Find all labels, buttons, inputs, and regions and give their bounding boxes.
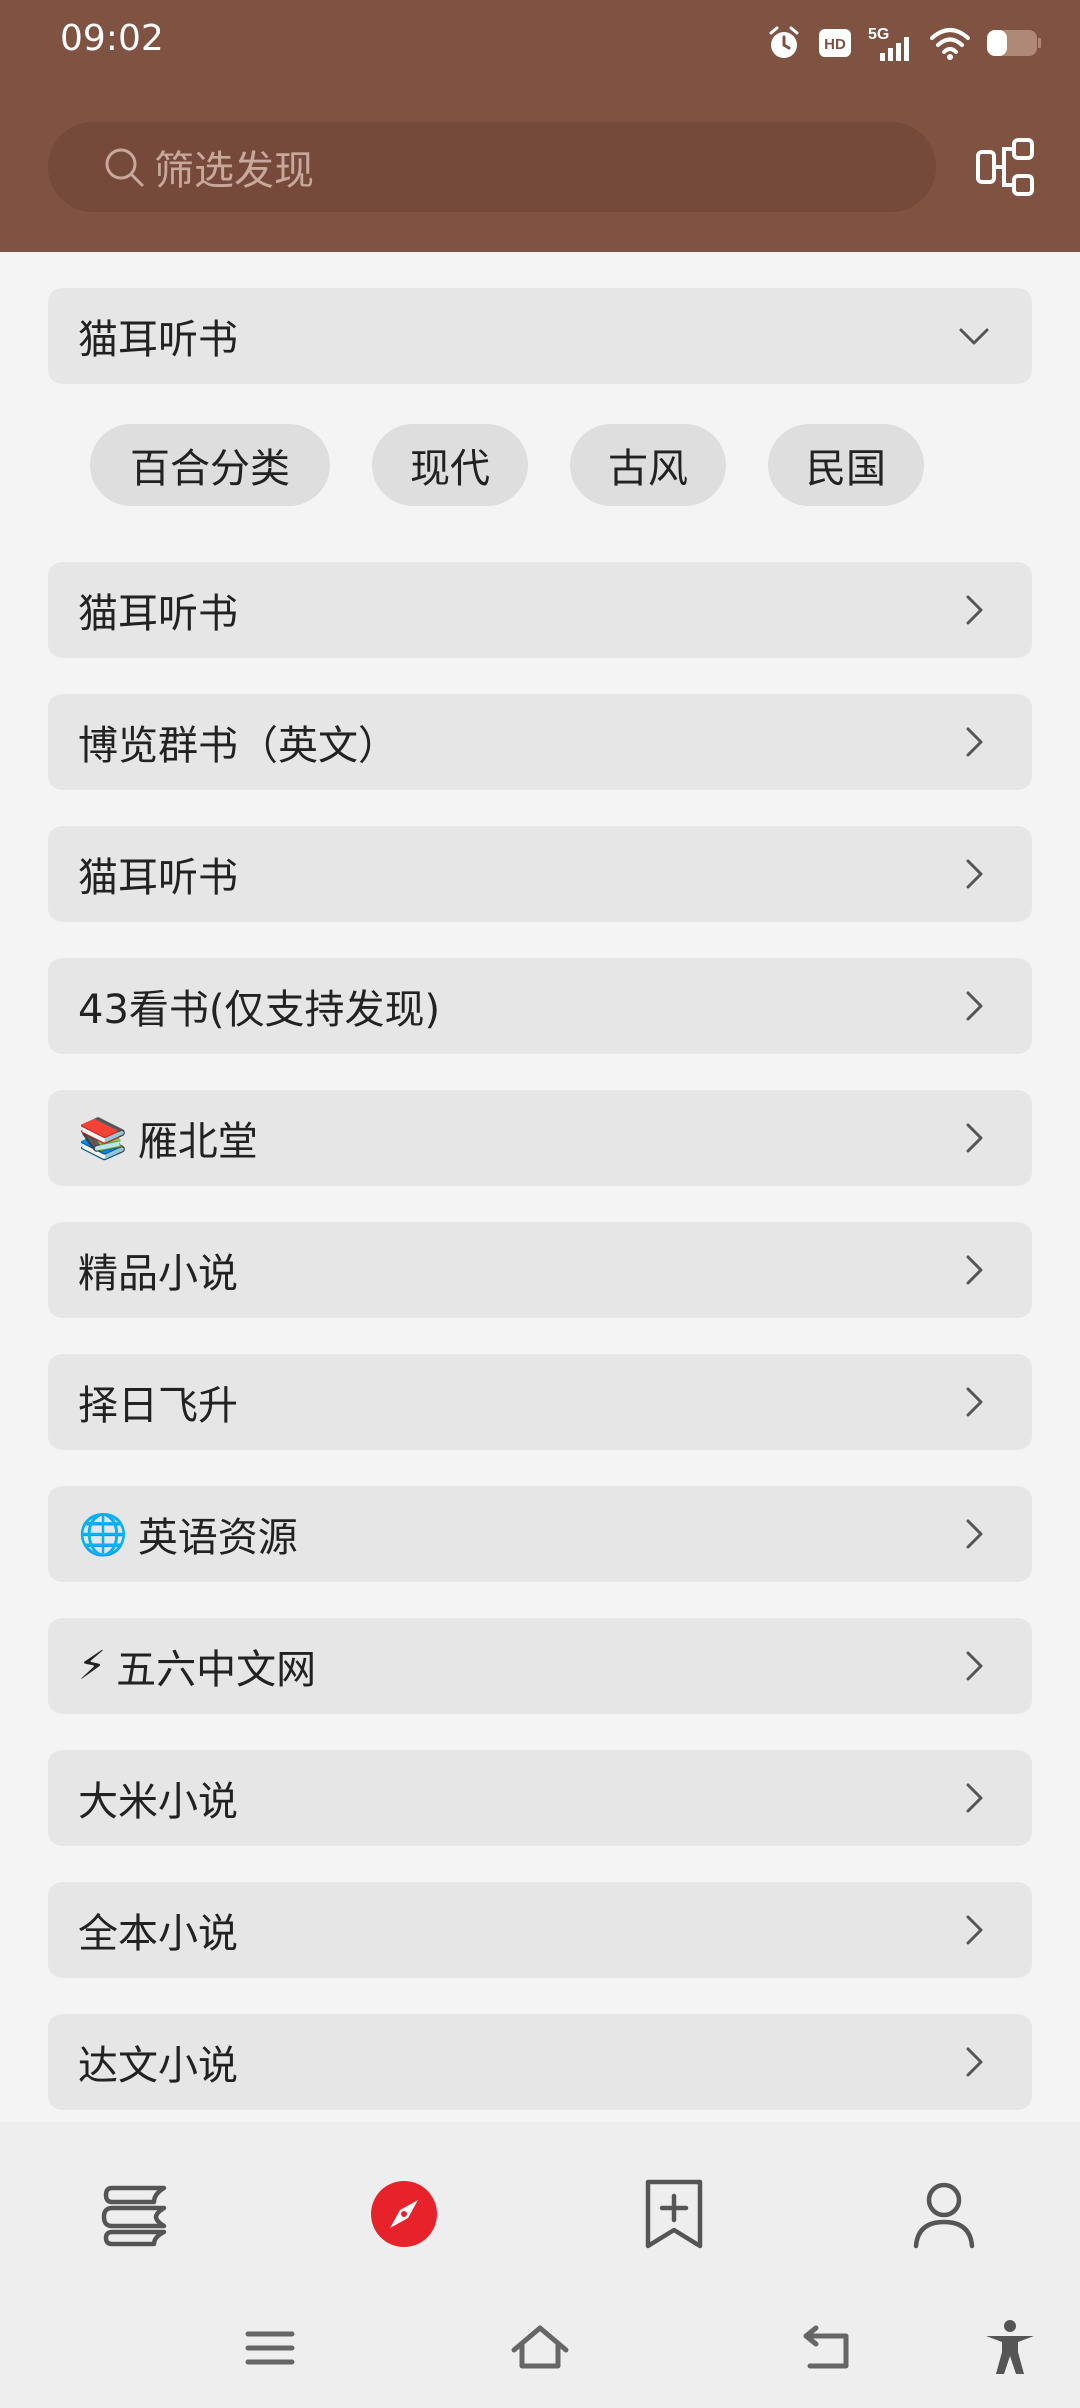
chip-2[interactable]: 古风	[570, 424, 726, 506]
list-item-label: 猫耳听书	[78, 581, 238, 639]
list-item[interactable]: 博览群书（英文）	[48, 694, 1032, 790]
chevron-right-icon	[966, 859, 983, 889]
search-placeholder: 筛选发现	[154, 148, 314, 194]
list-item-label: 猫耳听书	[78, 845, 238, 903]
chevron-right-icon	[966, 991, 983, 1021]
group-label: 猫耳听书	[78, 317, 238, 363]
search-input[interactable]: 筛选发现	[48, 122, 936, 212]
menu-icon[interactable]	[240, 2318, 300, 2378]
list-item[interactable]: 择日飞升	[48, 1354, 1032, 1450]
list-item-text: 43看书(仅支持发现)	[78, 987, 441, 1033]
list-item-label: 择日飞升	[78, 1373, 238, 1431]
chevron-right-icon	[966, 1915, 983, 1945]
list-item-label: 43看书(仅支持发现)	[78, 977, 440, 1035]
list-item-text: 达文小说	[78, 2043, 238, 2089]
hd-text: HD	[824, 36, 846, 53]
list-item-text: 英语资源	[137, 1515, 298, 1561]
list-item-label: 全本小说	[78, 1901, 238, 1959]
list-item-text: 精品小说	[78, 1251, 238, 1297]
list-item-label: ⚡ 五六中文网	[78, 1637, 316, 1695]
list-item[interactable]: 🌐 英语资源	[48, 1486, 1032, 1582]
list-item-text: 择日飞升	[78, 1383, 238, 1429]
list-item-label: 博览群书（英文）	[78, 713, 398, 771]
group-header[interactable]: 猫耳听书	[48, 288, 1032, 384]
chevron-right-icon	[966, 1783, 983, 1813]
bottom-nav	[0, 2122, 1080, 2408]
list-item[interactable]: 全本小说	[48, 1882, 1032, 1978]
list-item-label: 📚 雁北堂	[78, 1109, 258, 1167]
status-time: 09:02	[60, 18, 164, 59]
chevron-right-icon	[966, 595, 983, 625]
home-icon[interactable]	[510, 2318, 570, 2378]
list-item-emoji-icon: 🌐	[78, 1511, 128, 1558]
chevron-right-icon	[966, 1387, 983, 1417]
network-text: 5G	[868, 26, 889, 43]
list-item-text: 猫耳听书	[78, 591, 238, 637]
list-item-label: 大米小说	[78, 1769, 238, 1827]
battery-icon	[987, 30, 1041, 56]
list-item-text: 全本小说	[78, 1911, 238, 1957]
list-item-text: 雁北堂	[137, 1119, 258, 1165]
chip-1[interactable]: 现代	[372, 424, 528, 506]
list-item-text: 五六中文网	[116, 1647, 317, 1693]
chevron-down-icon	[959, 328, 989, 345]
bookshelf-icon[interactable]	[96, 2174, 176, 2254]
accessibility-icon[interactable]	[980, 2318, 1040, 2378]
list-item[interactable]: 43看书(仅支持发现)	[48, 958, 1032, 1054]
chip-0[interactable]: 百合分类	[90, 424, 330, 506]
chevron-right-icon	[966, 1123, 983, 1153]
header: 09:02 HD 5G 筛选发现	[0, 0, 1080, 252]
explore-compass-icon[interactable]	[364, 2174, 444, 2254]
list-item[interactable]: 猫耳听书	[48, 562, 1032, 658]
search-icon	[105, 148, 144, 187]
list-item[interactable]: 达文小说	[48, 2014, 1032, 2110]
hd-icon: HD	[819, 29, 851, 57]
wifi-icon	[930, 28, 970, 60]
status-icons: HD 5G	[766, 22, 1042, 64]
list-item-emoji-icon: 📚	[78, 1115, 128, 1162]
chip-3[interactable]: 民国	[768, 424, 924, 506]
share-nodes-icon[interactable]	[974, 136, 1036, 198]
list-item-text: 大米小说	[78, 1779, 238, 1825]
list-item-label: 🌐 英语资源	[78, 1505, 298, 1563]
bookmark-add-icon[interactable]	[634, 2174, 714, 2254]
chevron-right-icon	[966, 1651, 983, 1681]
list-item[interactable]: ⚡ 五六中文网	[48, 1618, 1032, 1714]
list-item-emoji-icon: ⚡	[78, 1643, 107, 1689]
chevron-right-icon	[966, 1255, 983, 1285]
chevron-right-icon	[966, 727, 983, 757]
chevron-right-icon	[966, 2047, 983, 2077]
profile-icon[interactable]	[904, 2174, 984, 2254]
5g-signal-icon: 5G	[868, 26, 909, 61]
list-item[interactable]: 精品小说	[48, 1222, 1032, 1318]
list-item-label: 达文小说	[78, 2033, 238, 2091]
chevron-right-icon	[966, 1519, 983, 1549]
list-item-text: 猫耳听书	[78, 855, 238, 901]
list-item[interactable]: 大米小说	[48, 1750, 1032, 1846]
back-icon[interactable]	[796, 2318, 856, 2378]
alarm-icon	[769, 26, 799, 58]
list-item-text: 博览群书（英文）	[78, 723, 398, 769]
list-item[interactable]: 猫耳听书	[48, 826, 1032, 922]
list-item[interactable]: 📚 雁北堂	[48, 1090, 1032, 1186]
list-item-label: 精品小说	[78, 1241, 238, 1299]
